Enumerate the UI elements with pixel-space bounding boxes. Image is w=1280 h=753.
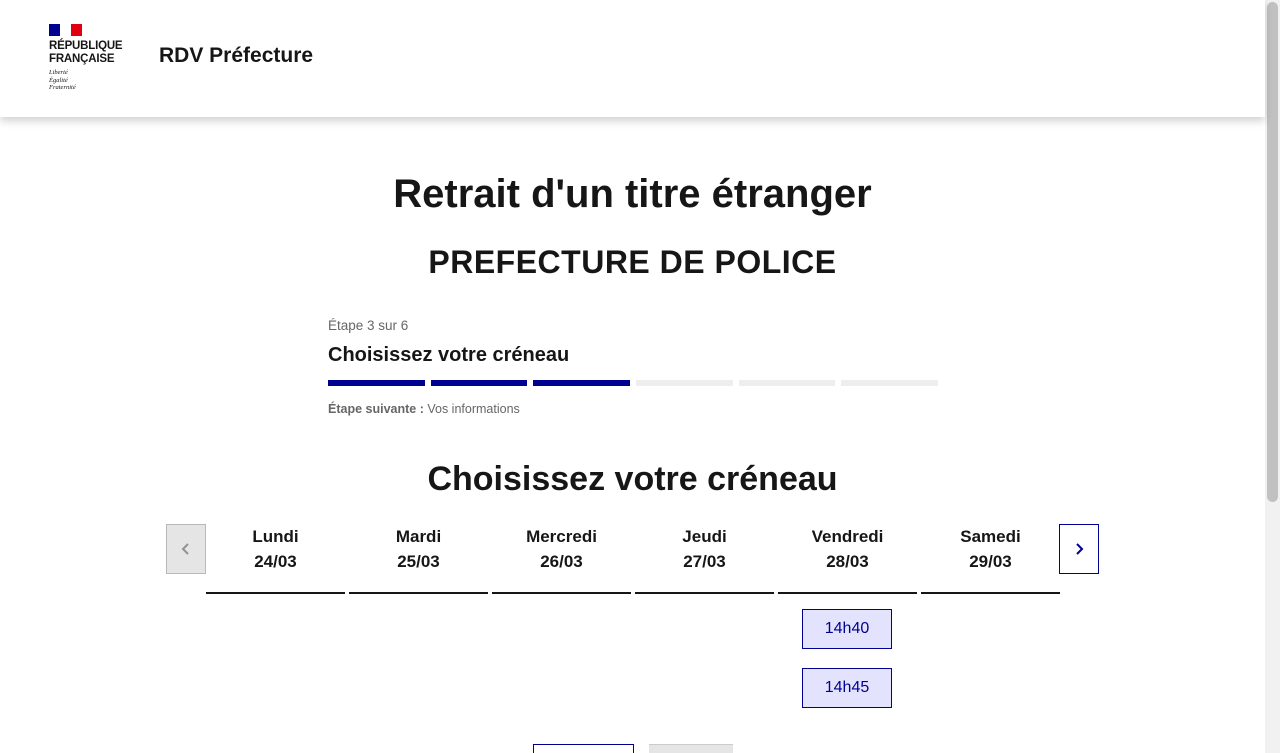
next-week-button[interactable] (1059, 524, 1099, 574)
day-column: Mardi 25/03 (349, 524, 488, 594)
day-name: Mardi (395, 527, 442, 546)
step-count: Étape 3 sur 6 (328, 318, 409, 333)
page-scrollbar[interactable] (1265, 0, 1280, 753)
republique-francaise-logo[interactable]: RÉPUBLIQUE FRANÇAISE Liberté Égalité Fra… (49, 24, 139, 92)
next-step: Étape suivante : Vos informations (328, 402, 938, 416)
day-date: 26/03 (540, 552, 583, 571)
brand-line-2: FRANÇAISE (49, 53, 115, 65)
step-bar-3 (533, 380, 631, 386)
site-header: RÉPUBLIQUE FRANÇAISE Liberté Égalité Fra… (0, 0, 1265, 117)
day-column: Samedi 29/03 (921, 524, 1060, 594)
section-title: Choisissez votre créneau (427, 460, 838, 498)
chevron-right-icon (1076, 543, 1084, 555)
secondary-action-button[interactable] (533, 744, 634, 753)
day-column: Mercredi 26/03 (492, 524, 631, 594)
day-column: Jeudi 27/03 (635, 524, 774, 594)
day-date: 28/03 (826, 552, 869, 571)
day-name: Vendredi (811, 527, 884, 546)
step-progress (328, 380, 939, 386)
step-bar-6 (841, 380, 939, 386)
step-title: Choisissez votre créneau (328, 344, 570, 366)
service-title-link[interactable]: RDV Préfecture (159, 44, 313, 68)
day-date: 25/03 (397, 552, 440, 571)
motto-liberte: Liberté (49, 69, 68, 76)
day-column: Lundi 24/03 (206, 524, 345, 594)
stepper: Étape 3 sur 6 Choisissez votre créneau É… (328, 318, 939, 416)
french-flag-icon (49, 24, 82, 36)
day-date: 27/03 (683, 552, 726, 571)
step-bar-1 (328, 380, 425, 386)
page-title: Retrait d'un titre étranger (393, 172, 872, 216)
day-date: 29/03 (969, 552, 1012, 571)
day-column: Vendredi 28/03 (778, 524, 917, 594)
previous-week-button[interactable] (166, 524, 206, 574)
day-name: Samedi (960, 527, 1021, 546)
day-name: Lundi (252, 527, 299, 546)
time-slot-button[interactable]: 14h45 (802, 668, 892, 708)
day-date: 24/03 (254, 552, 297, 571)
page-subtitle: PREFECTURE DE POLICE (428, 244, 837, 280)
motto: Liberté Égalité Fraternité (49, 69, 139, 92)
time-slot-button[interactable]: 14h40 (802, 609, 892, 649)
step-bar-4 (636, 380, 733, 386)
day-name: Jeudi (682, 527, 727, 546)
calendar-days: Lundi 24/03 Mardi 25/03 Mercredi 26/03 J… (206, 524, 1060, 594)
primary-action-button-disabled[interactable] (649, 744, 733, 753)
step-bar-2 (430, 380, 528, 386)
next-step-label: Étape suivante : (328, 402, 424, 416)
chevron-left-icon (181, 543, 189, 555)
brand-line-1: RÉPUBLIQUE (49, 40, 123, 52)
motto-egalite: Égalité (49, 76, 68, 84)
next-step-value: Vos informations (427, 402, 520, 416)
step-bar-5 (738, 380, 836, 386)
motto-fraternite: Fraternité (49, 84, 76, 91)
scrollbar-thumb[interactable] (1267, 2, 1278, 502)
day-name: Mercredi (526, 527, 597, 546)
